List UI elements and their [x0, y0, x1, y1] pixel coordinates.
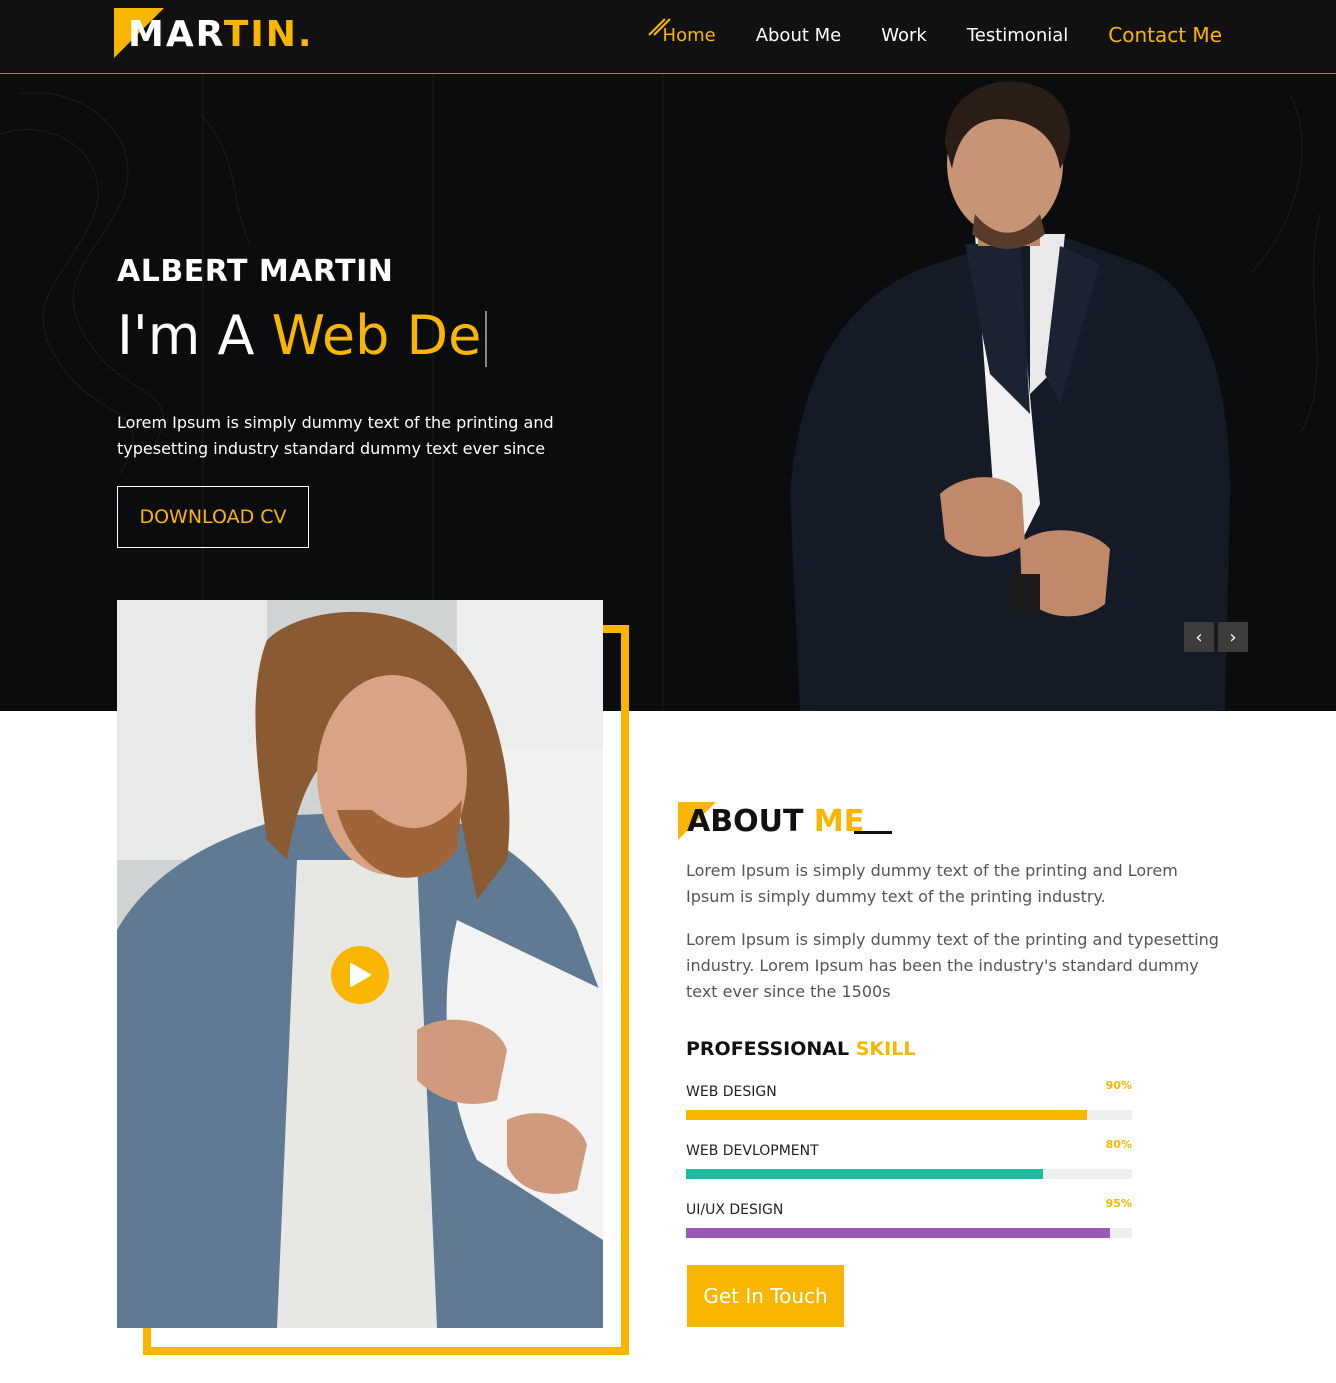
skill-web-development: WEB DEVLOPMENT 80% — [686, 1138, 1132, 1183]
skill-ui-ux-design: UI/UX DESIGN 95% — [686, 1197, 1132, 1242]
main-nav: Home About Me Work Testimonial Contact M… — [647, 0, 1222, 70]
hero-role-typing: I'm A Web De — [117, 304, 488, 368]
skill-bar-fill — [686, 1110, 1088, 1120]
play-icon — [350, 963, 371, 987]
skill-bar-track — [686, 1110, 1132, 1120]
skill-bar-track — [686, 1228, 1132, 1238]
skill-bar-fill — [686, 1228, 1110, 1238]
nav-about-me[interactable]: About Me — [756, 25, 842, 46]
carousel-next-button[interactable]: › — [1218, 622, 1248, 652]
about-paragraph-1: Lorem Ipsum is simply dummy text of the … — [686, 861, 1178, 906]
download-cv-button[interactable]: DOWNLOAD CV — [117, 486, 309, 548]
hero-name: ALBERT MARTIN — [117, 254, 394, 289]
about-paragraph-2: Lorem Ipsum is simply dummy text of the … — [686, 930, 1219, 1001]
nav-work[interactable]: Work — [881, 25, 927, 46]
nav-testimonial[interactable]: Testimonial — [967, 25, 1068, 46]
site-header: MARTIN. Home About Me Work Testimonial C… — [0, 0, 1336, 74]
logo[interactable]: MARTIN. — [114, 8, 314, 60]
hero-portrait-image — [790, 81, 1230, 711]
slash-icon — [647, 17, 671, 36]
carousel-prev-button[interactable]: ‹ — [1184, 622, 1214, 652]
get-in-touch-button[interactable]: Get In Touch — [687, 1265, 844, 1327]
typing-cursor — [485, 311, 488, 368]
skill-web-design: WEB DESIGN 90% — [686, 1079, 1132, 1124]
nav-contact-me[interactable]: Contact Me — [1108, 23, 1222, 47]
skills-heading: PROFESSIONAL SKILL — [686, 1038, 916, 1060]
nav-home[interactable]: Home — [647, 17, 716, 46]
hero-description: Lorem Ipsum is simply dummy text of the … — [117, 413, 554, 458]
skill-bar-fill — [686, 1169, 1043, 1179]
skill-bar-track — [686, 1169, 1132, 1179]
play-video-button[interactable] — [331, 946, 389, 1004]
heading-underline — [854, 831, 892, 834]
logo-text: MARTIN. — [128, 14, 314, 55]
